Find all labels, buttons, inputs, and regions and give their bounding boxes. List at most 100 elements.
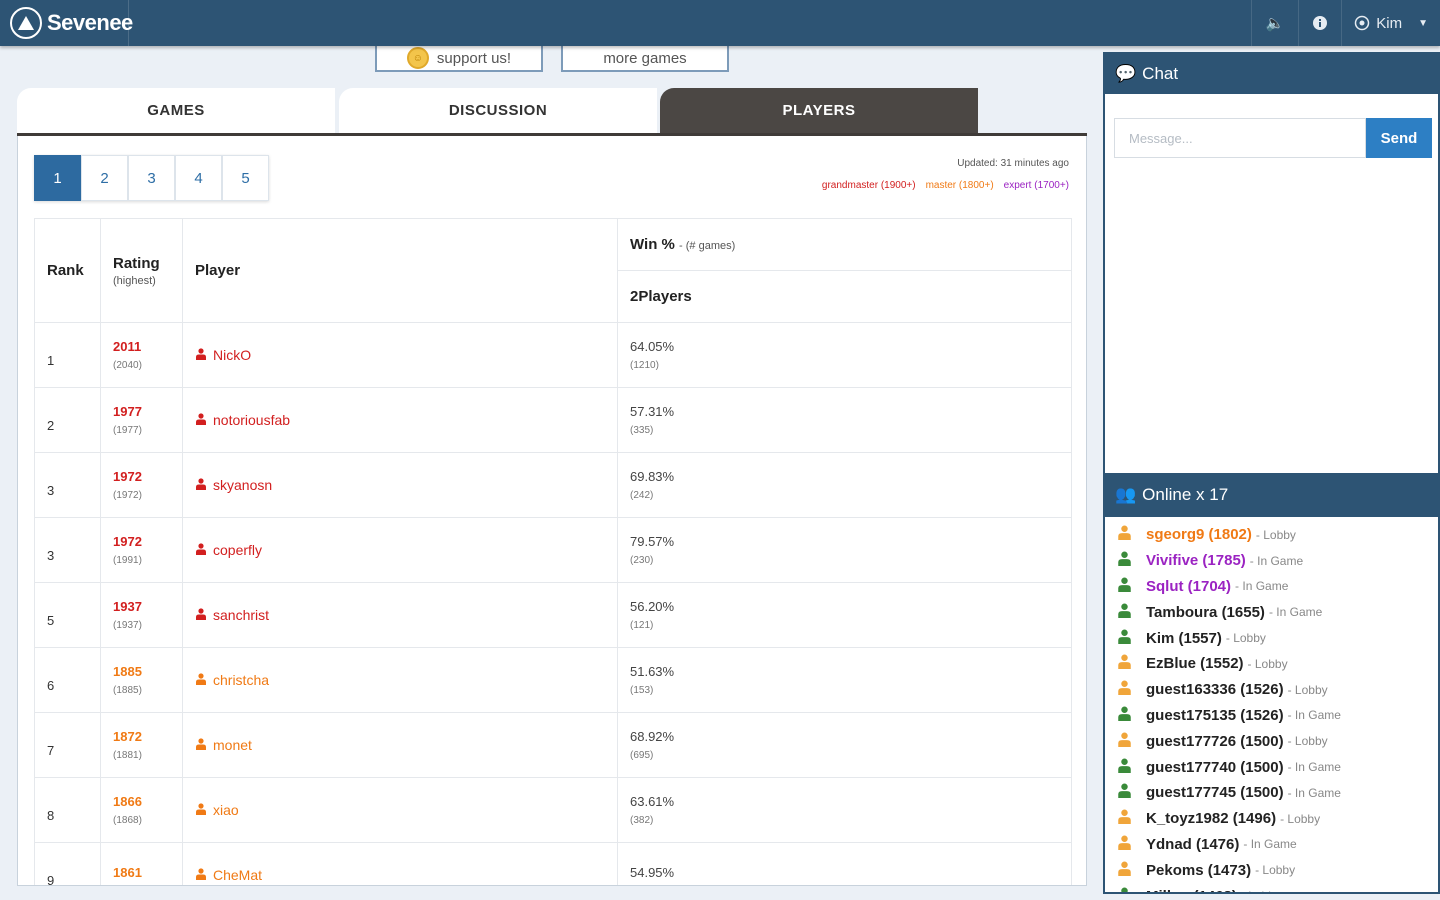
- user-icon: [1117, 706, 1132, 725]
- col-win-label: Win %: [630, 236, 675, 253]
- page-4-button[interactable]: 4: [175, 155, 222, 201]
- info-button[interactable]: [1298, 0, 1341, 46]
- online-user-item[interactable]: Vivifive (1785) - In Game: [1117, 548, 1435, 574]
- chat-message-input[interactable]: [1114, 118, 1366, 158]
- player-name: sanchrist: [213, 607, 270, 623]
- player-link[interactable]: notoriousfab: [195, 412, 605, 428]
- player-name: coperfly: [213, 542, 263, 558]
- online-user-name: Pekoms (1473): [1146, 861, 1252, 879]
- online-user-status: - In Game: [1268, 605, 1323, 620]
- support-us-button[interactable]: ☺ support us!: [375, 44, 543, 72]
- rating-cell: 1977 (1977): [100, 387, 183, 453]
- user-icon: [195, 477, 207, 493]
- online-user-item[interactable]: Ydnad (1476) - In Game: [1117, 832, 1435, 858]
- online-title: Online x 17: [1142, 485, 1229, 504]
- brand[interactable]: Sevenee: [10, 6, 133, 40]
- user-icon: [195, 607, 207, 623]
- online-user-item[interactable]: guest175135 (1526) - In Game: [1117, 703, 1435, 729]
- win-cell: 56.20% (121): [617, 582, 1072, 648]
- tab-players[interactable]: PLAYERS: [660, 88, 978, 133]
- top-navbar: Sevenee 🔈 Kim ▼: [0, 0, 1440, 46]
- online-user-item[interactable]: guest177726 (1500) - Lobby: [1117, 728, 1435, 754]
- win-percent: 69.83%: [630, 469, 675, 484]
- online-user-item[interactable]: guest177745 (1500) - In Game: [1117, 780, 1435, 806]
- page-3-button[interactable]: 3: [128, 155, 175, 201]
- tab-games[interactable]: GAMES: [17, 88, 335, 133]
- online-user-name: EzBlue (1552): [1146, 655, 1244, 673]
- more-games-button[interactable]: more games: [561, 44, 729, 72]
- user-settings-icon: [1355, 15, 1370, 31]
- col-rank: Rank: [34, 218, 101, 323]
- online-user-item[interactable]: sgeorg9 (1802) - Lobby: [1117, 522, 1435, 548]
- player-link[interactable]: christcha: [195, 672, 605, 688]
- online-user-item[interactable]: guest177740 (1500) - In Game: [1117, 754, 1435, 780]
- rating-highest: (2040): [113, 360, 142, 371]
- games-count: (335): [630, 425, 654, 436]
- pagination: 1 2 3 4 5: [34, 155, 269, 201]
- comments-icon: 💬: [1115, 64, 1137, 83]
- chat-send-button[interactable]: Send: [1366, 118, 1432, 158]
- win-percent: 68.92%: [630, 729, 675, 744]
- win-cell: 68.92% (695): [617, 712, 1072, 778]
- player-link[interactable]: sanchrist: [195, 607, 605, 623]
- col-mode: 2Players: [617, 270, 1072, 323]
- rating-highest: (1972): [113, 490, 142, 501]
- player-link[interactable]: xiao: [195, 802, 605, 818]
- player-link[interactable]: skyanosn: [195, 477, 605, 493]
- sound-toggle-button[interactable]: 🔈: [1250, 0, 1299, 46]
- online-user-item[interactable]: Tamboura (1655) - In Game: [1117, 599, 1435, 625]
- win-cell: 69.83% (242): [617, 452, 1072, 518]
- legend-grandmaster: grandmaster (1900+): [821, 180, 916, 191]
- sevenee-logo-icon: [10, 7, 42, 39]
- online-user-item[interactable]: Millon (1468) - Lobby: [1117, 883, 1435, 892]
- leaderboard-rows: 1 2011 (2040) NickO 64.05% (1210) 2 1977 (1977) n…: [34, 322, 1072, 885]
- page-5-button[interactable]: 5: [222, 155, 269, 201]
- online-user-item[interactable]: guest163336 (1526) - Lobby: [1117, 677, 1435, 703]
- online-user-item[interactable]: Pekoms (1473) - Lobby: [1117, 857, 1435, 883]
- online-user-item[interactable]: EzBlue (1552) - Lobby: [1117, 651, 1435, 677]
- win-cell: 57.31% (335): [617, 387, 1072, 453]
- rating-value: 1861: [113, 864, 142, 880]
- online-user-item[interactable]: Sqlut (1704) - In Game: [1117, 574, 1435, 600]
- table-row: 3 1972 (1972) skyanosn 69.83% (242): [34, 452, 1072, 518]
- table-row: 3 1972 (1991) coperfly 79.57% (230): [34, 517, 1072, 583]
- rating-value: 1972: [113, 469, 142, 484]
- legend-expert: expert (1700+): [1003, 180, 1069, 191]
- user-icon: [1117, 835, 1132, 854]
- rating-cell: 1885 (1885): [100, 647, 183, 713]
- chat-form: Send: [1114, 118, 1432, 158]
- player-cell: christcha: [182, 647, 618, 713]
- online-user-name: guest177740 (1500): [1146, 758, 1284, 776]
- user-icon: [195, 412, 207, 428]
- player-name: christcha: [213, 672, 270, 688]
- online-user-status: - In Game: [1287, 785, 1341, 800]
- games-count: (382): [630, 815, 654, 826]
- online-user-item[interactable]: K_toyz1982 (1496) - Lobby: [1117, 806, 1435, 832]
- rating-highest: (1881): [113, 750, 142, 761]
- win-percent: 79.57%: [630, 534, 675, 549]
- user-icon: [1117, 732, 1132, 751]
- online-user-status: - Lobby: [1225, 631, 1266, 646]
- online-user-status: - Lobby: [1241, 889, 1281, 892]
- player-link[interactable]: CheMat: [195, 867, 605, 883]
- rating-highest: (1991): [113, 555, 142, 566]
- online-user-item[interactable]: Kim (1557) - Lobby: [1117, 625, 1435, 651]
- navbar-divider: [128, 0, 129, 46]
- user-icon: [1117, 861, 1132, 880]
- player-cell: skyanosn: [182, 452, 618, 518]
- player-link[interactable]: coperfly: [195, 542, 605, 558]
- user-menu[interactable]: Kim ▼: [1341, 0, 1440, 46]
- page-1-button[interactable]: 1: [34, 155, 81, 201]
- player-name: xiao: [213, 802, 239, 818]
- games-count: (1210): [630, 360, 659, 371]
- chat-sidebar: 💬 Chat Send 👥 Online x 17 sgeorg9 (1802)…: [1103, 52, 1440, 894]
- tab-discussion[interactable]: DISCUSSION: [339, 88, 657, 133]
- user-icon: [1117, 551, 1132, 570]
- online-users-list: sgeorg9 (1802) - Lobby Vivifive (1785) - In…: [1117, 522, 1435, 892]
- page-2-button[interactable]: 2: [81, 155, 128, 201]
- player-link[interactable]: NickO: [195, 347, 605, 363]
- user-icon: [1117, 629, 1132, 648]
- rating-cell: 1972 (1991): [100, 517, 183, 583]
- rank-cell: 5: [34, 582, 101, 648]
- player-link[interactable]: monet: [195, 737, 605, 753]
